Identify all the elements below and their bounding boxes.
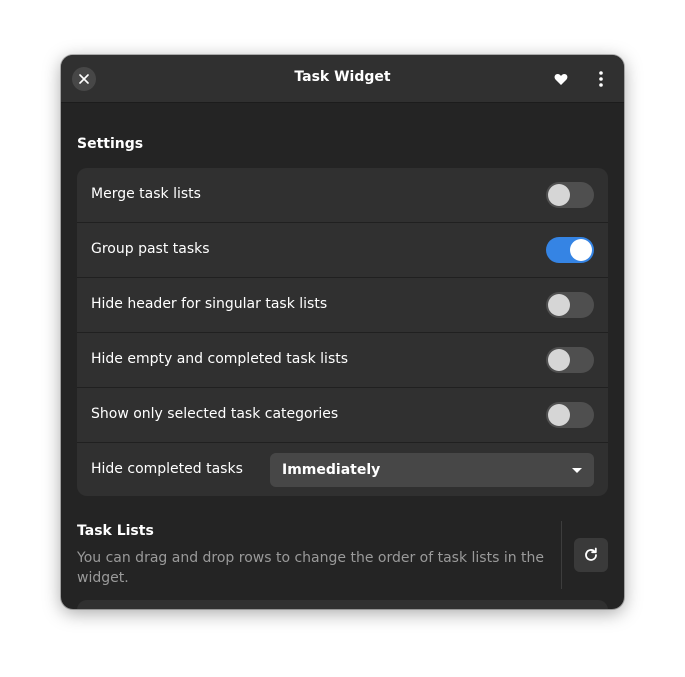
row-label: Merge task lists: [91, 186, 201, 202]
settings-row-show-selected-categories[interactable]: Show only selected task categories: [77, 388, 608, 443]
switch-knob: [570, 239, 592, 261]
merge-task-lists-switch[interactable]: [546, 182, 594, 208]
settings-list: Merge task lists Group past tasks Hide h…: [77, 168, 608, 496]
switch-knob: [548, 349, 570, 371]
switch-knob: [548, 184, 570, 206]
settings-row-merge-task-lists[interactable]: Merge task lists: [77, 168, 608, 223]
window-title: Task Widget: [294, 69, 391, 85]
settings-row-hide-completed: Hide completed tasks Immediately: [77, 443, 608, 496]
show-selected-categories-switch[interactable]: [546, 402, 594, 428]
row-label: Hide completed tasks: [91, 461, 243, 477]
chevron-down-icon: [572, 468, 582, 473]
settings-row-hide-header[interactable]: Hide header for singular task lists: [77, 278, 608, 333]
favorite-button[interactable]: [549, 67, 573, 91]
row-label: Hide empty and completed task lists: [91, 351, 349, 367]
hide-empty-switch[interactable]: [546, 347, 594, 373]
settings-row-group-past-tasks[interactable]: Group past tasks: [77, 223, 608, 278]
hide-header-switch[interactable]: [546, 292, 594, 318]
task-lists-heading: Task Lists: [77, 523, 154, 539]
vertical-separator: [561, 521, 562, 589]
task-widget-window: Task Widget Settings Merge task lists Gr…: [61, 55, 624, 609]
row-label: Group past tasks: [91, 241, 210, 257]
main-menu-button[interactable]: [589, 67, 613, 91]
row-label: Show only selected task categories: [91, 406, 339, 422]
task-lists-box: [77, 600, 608, 609]
row-label: Hide header for singular task lists: [91, 296, 328, 312]
refresh-button[interactable]: [574, 538, 608, 572]
task-lists-description: You can drag and drop rows to change the…: [77, 550, 545, 586]
vertical-ellipsis-icon: [599, 71, 603, 87]
dropdown-value: Immediately: [282, 462, 381, 478]
refresh-icon: [585, 547, 597, 561]
switch-knob: [548, 294, 570, 316]
settings-row-hide-empty[interactable]: Hide empty and completed task lists: [77, 333, 608, 388]
group-past-tasks-switch[interactable]: [546, 237, 594, 263]
header-bar: Task Widget: [61, 55, 624, 103]
switch-knob: [548, 404, 570, 426]
settings-heading: Settings: [77, 136, 144, 152]
heart-icon: [554, 73, 568, 85]
hide-completed-dropdown[interactable]: Immediately: [270, 453, 594, 487]
